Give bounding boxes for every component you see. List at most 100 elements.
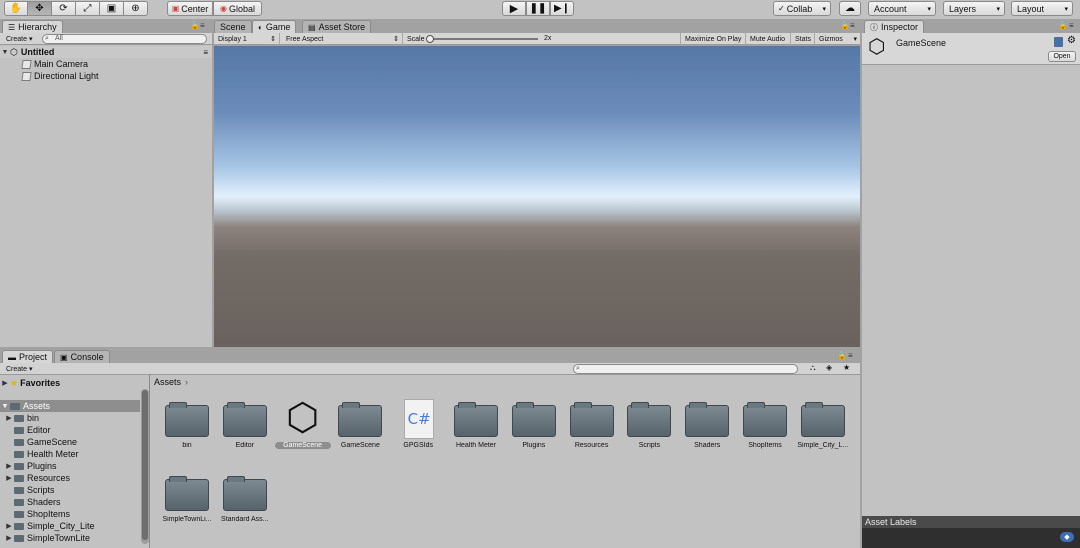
asset-item[interactable]: Scripts — [621, 397, 677, 463]
folder-tree-item[interactable]: ▶ Plugins — [0, 460, 139, 472]
scale-slider-track[interactable] — [430, 38, 538, 40]
asset-item[interactable]: Resources — [564, 397, 620, 463]
panel-menu-icon[interactable]: ≡ — [850, 21, 855, 30]
panel-menu-icon[interactable]: ≡ — [1069, 21, 1074, 30]
project-search-input[interactable]: ⌕ — [573, 364, 798, 374]
asset-item[interactable]: C# GPGSIds — [390, 397, 446, 463]
project-create-button[interactable]: Create ▾ — [3, 364, 36, 374]
unity-logo-icon: ⬡ — [868, 36, 886, 58]
scale-value: 2x — [544, 35, 552, 42]
scrollbar-thumb[interactable] — [142, 390, 148, 540]
scale-slider-thumb[interactable] — [426, 35, 434, 43]
asset-item[interactable]: Plugins — [506, 397, 562, 463]
folder-tree-item[interactable]: Editor — [0, 424, 139, 436]
lock-icon[interactable]: 🔒 — [190, 21, 200, 30]
asset-item[interactable]: Standard Ass... — [217, 471, 273, 537]
folder-icon — [800, 402, 845, 437]
assets-root-row[interactable]: ▼ Assets — [0, 400, 140, 412]
lock-icon[interactable]: 🔒 — [837, 351, 847, 360]
aspect-dropdown[interactable]: Free Aspect ⇕ — [282, 33, 403, 45]
tab-inspector[interactable]: ⓘ Inspector — [864, 20, 925, 33]
hierarchy-item[interactable]: Main Camera — [0, 58, 212, 70]
rect-tool-button[interactable]: ▣ — [100, 1, 124, 16]
asset-item[interactable]: Health Meter — [448, 397, 504, 463]
asset-item[interactable]: Editor — [217, 397, 273, 463]
tab-scene[interactable]: Scene — [214, 20, 252, 33]
move-tool-button[interactable]: ✥ — [28, 1, 52, 16]
gizmos-dropdown[interactable]: Gizmos ▾ — [815, 33, 860, 45]
breadcrumb-assets[interactable]: Assets — [154, 377, 181, 387]
tag-icon[interactable]: ◆ — [1060, 532, 1074, 542]
asset-item[interactable]: ⬡ GameScene — [274, 397, 331, 463]
asset-item[interactable]: Shaders — [679, 397, 735, 463]
scene-menu-icon[interactable]: ≡ — [203, 48, 208, 57]
tab-asset-store[interactable]: ▤ Asset Store — [302, 20, 372, 33]
folder-tree-item[interactable]: ▶ bin — [0, 412, 139, 424]
hierarchy-create-button[interactable]: Create ▾ — [3, 34, 36, 44]
collab-label: Collab — [786, 3, 813, 14]
panel-menu-icon[interactable]: ≡ — [848, 351, 853, 360]
folder-tree-item[interactable]: ShopItems — [0, 508, 139, 520]
tab-console[interactable]: ▣ Console — [54, 350, 110, 363]
help-book-icon[interactable] — [1054, 37, 1063, 47]
collab-dropdown[interactable]: ✓ Collab ▾ — [773, 1, 831, 16]
folder-tree-item[interactable]: Shaders — [0, 496, 139, 508]
project-tree-scrollbar[interactable] — [141, 389, 149, 544]
stats-toggle[interactable]: Stats — [791, 33, 815, 45]
updown-icon: ⇕ — [393, 36, 399, 43]
step-button[interactable]: ▶❙ — [550, 1, 574, 16]
filter-label-icon[interactable]: ◈ — [826, 363, 832, 372]
project-subbar: Create ▾ ⌕ ⛬ ◈ ★ — [0, 363, 860, 375]
expand-arrow-icon: ▶ — [6, 415, 12, 422]
pivot-mode-button[interactable]: ▣ Center — [167, 1, 213, 16]
folder-tree-item[interactable]: GameScene — [0, 436, 139, 448]
pause-button[interactable]: ❚❚ — [526, 1, 550, 16]
layers-dropdown[interactable]: Layers ▾ — [943, 1, 1005, 16]
pacman-icon: ◐ — [258, 22, 263, 32]
maximize-on-play-toggle[interactable]: Maximize On Play — [681, 33, 746, 45]
inspector-header: ⬡ GameScene ⚙ Open — [862, 33, 1080, 65]
folder-tree-item[interactable]: ▶ Resources — [0, 472, 139, 484]
lock-icon[interactable]: 🔒 — [840, 21, 850, 30]
asset-item[interactable]: GameScene — [332, 397, 388, 463]
tab-hierarchy[interactable]: ☰ Hierarchy — [2, 20, 63, 33]
play-button[interactable]: ▶ — [502, 1, 526, 16]
scale-tool-button[interactable]: ⤢ — [76, 1, 100, 16]
asset-item[interactable]: bin — [159, 397, 215, 463]
tab-project[interactable]: ▬ Project — [2, 350, 54, 363]
hierarchy-item[interactable]: Directional Light — [0, 70, 212, 82]
cloud-button[interactable]: ☁ — [839, 1, 861, 16]
asset-label: Health Meter — [455, 442, 497, 449]
game-viewport[interactable] — [214, 46, 860, 347]
folder-icon — [743, 402, 787, 437]
favorites-row[interactable]: ▶ ★ Favorites — [0, 377, 139, 389]
tab-game[interactable]: ◐ Game — [252, 20, 297, 33]
asset-label: GameScene — [274, 442, 331, 449]
gear-icon[interactable]: ⚙ — [1067, 35, 1076, 46]
panel-menu-icon[interactable]: ≡ — [200, 21, 205, 30]
open-button[interactable]: Open — [1048, 51, 1076, 62]
hand-tool-button[interactable]: ✋ — [4, 1, 28, 16]
hierarchy-tab-strip: ☰ Hierarchy 🔒 ≡ — [0, 19, 212, 33]
rotate-tool-button[interactable]: ⟳ — [52, 1, 76, 16]
folder-tree-item[interactable]: ▶ SimpleTownLite — [0, 532, 139, 544]
folder-icon — [222, 402, 267, 437]
transform-tool-button[interactable]: ⊕ — [124, 1, 148, 16]
mute-audio-toggle[interactable]: Mute Audio — [746, 33, 791, 45]
filter-type-icon[interactable]: ⛬ — [810, 363, 816, 373]
account-dropdown[interactable]: Account ▾ — [868, 1, 936, 16]
display-dropdown[interactable]: Display 1 ⇕ — [214, 33, 280, 45]
scene-row[interactable]: ▼ ⬡ Untitled ≡ — [0, 46, 212, 58]
hierarchy-search-input[interactable]: ⌕ All — [42, 34, 207, 44]
folder-tree-item[interactable]: ▶ Simple_City_Lite — [0, 520, 139, 532]
asset-item[interactable]: ShopItems — [737, 397, 793, 463]
pivot-rotation-button[interactable]: ◉ Global — [213, 1, 262, 16]
favorite-star-icon[interactable]: ★ — [843, 363, 850, 372]
asset-item[interactable]: Simple_City_L... — [795, 397, 851, 463]
lock-icon[interactable]: 🔒 — [1058, 21, 1068, 30]
console-tab-label: Console — [70, 352, 104, 362]
folder-tree-item[interactable]: Scripts — [0, 484, 139, 496]
asset-item[interactable]: SimpleTownLi... — [159, 471, 215, 537]
layout-dropdown[interactable]: Layout ▾ — [1011, 1, 1073, 16]
folder-tree-item[interactable]: Health Meter — [0, 448, 139, 460]
